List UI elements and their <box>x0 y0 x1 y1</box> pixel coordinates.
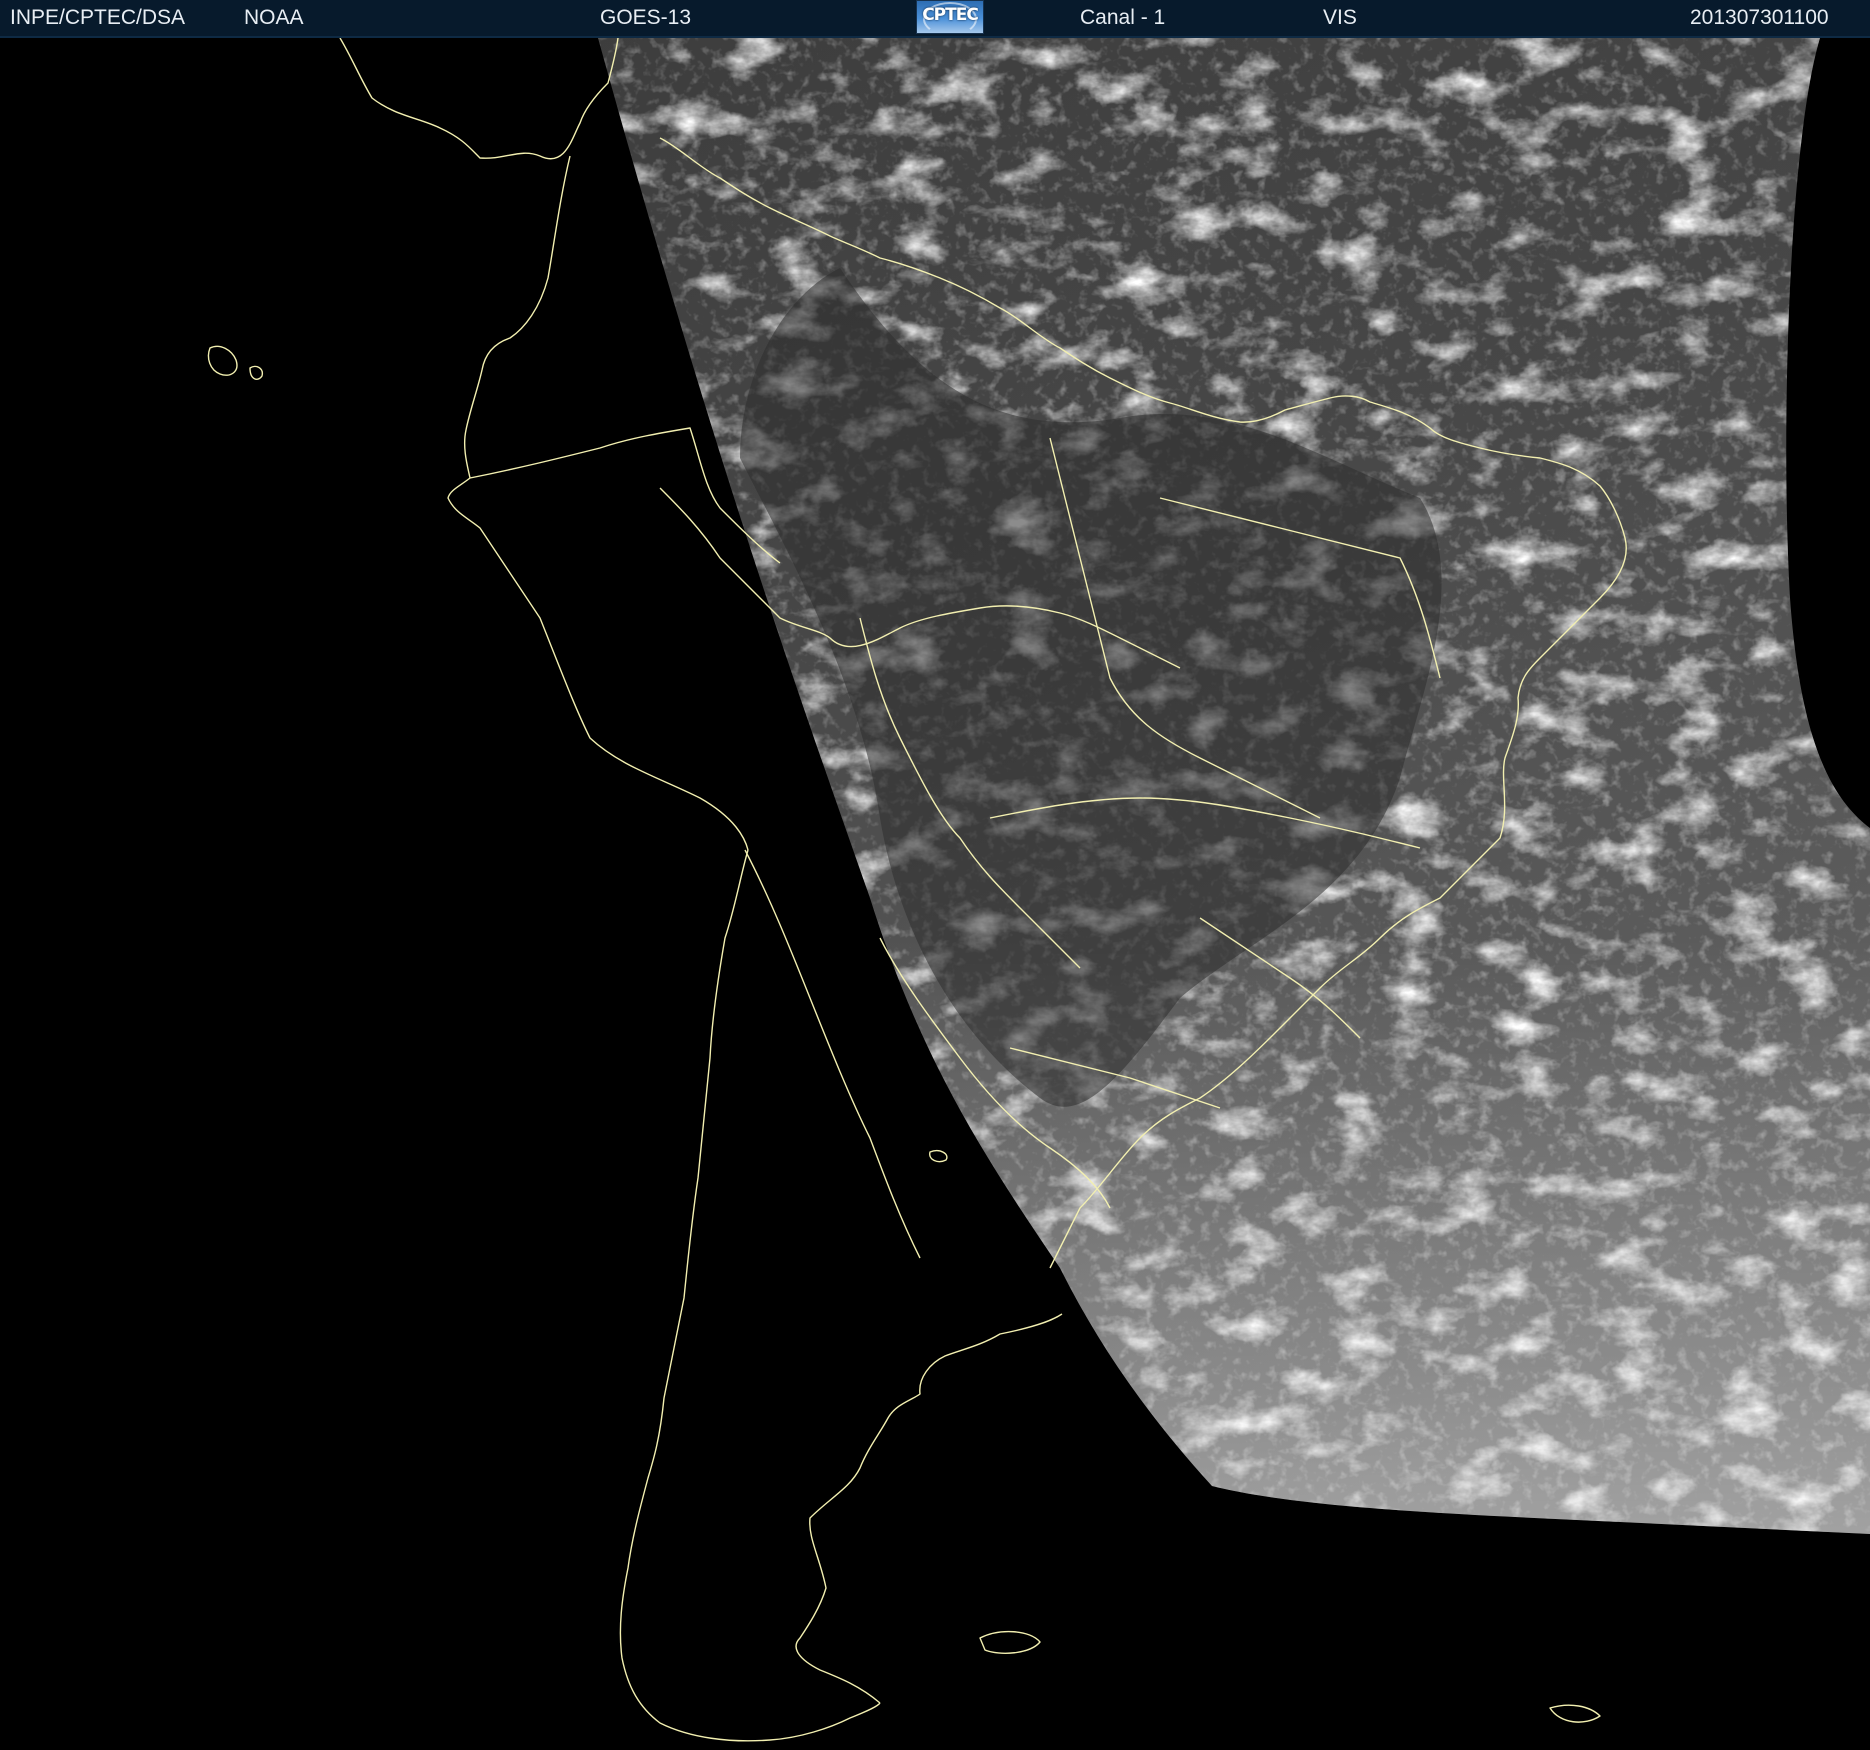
provider-label: NOAA <box>244 6 304 29</box>
band-label: VIS <box>1323 6 1357 29</box>
channel-label: Canal - 1 <box>1080 6 1166 29</box>
timestamp-label: 201307301100 <box>1690 6 1829 29</box>
header-bar: INPE/CPTEC/DSA NOAA GOES-13 CPTEC Canal … <box>0 0 1870 38</box>
logo-text: CPTEC <box>922 5 979 25</box>
satellite-label: GOES-13 <box>600 6 692 29</box>
cptec-logo: CPTEC <box>916 0 984 34</box>
agency-label: INPE/CPTEC/DSA <box>10 6 186 29</box>
satellite-map <box>0 38 1870 1750</box>
